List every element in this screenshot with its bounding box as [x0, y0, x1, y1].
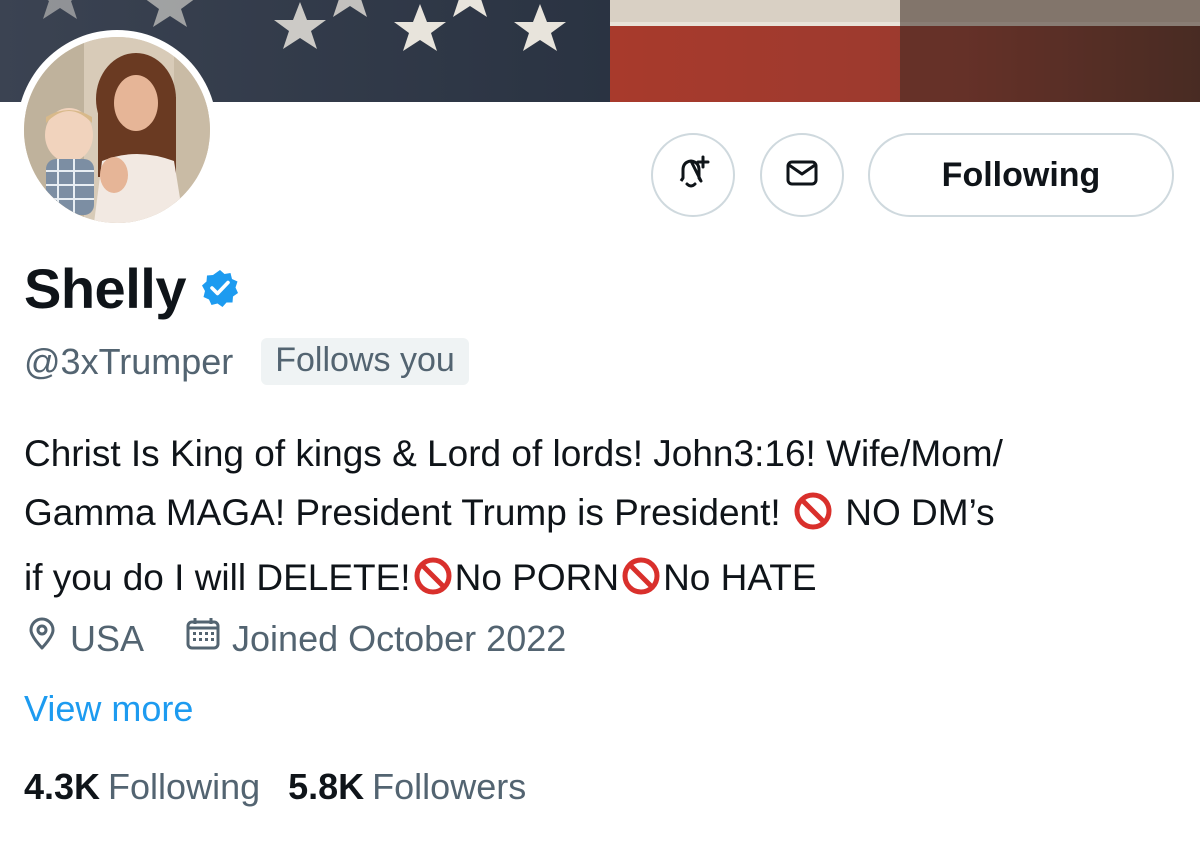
bio-text-3b: No PORN	[454, 557, 620, 598]
location-item: USA	[24, 616, 144, 661]
profile-name-row: Shelly	[24, 256, 240, 321]
profile-bio: Christ Is King of kings & Lord of lords!…	[24, 424, 1184, 613]
profile-photo-avatar-image	[24, 37, 210, 223]
joined-text: Joined October 2022	[232, 617, 567, 659]
following-stat[interactable]: 4.3K Following	[24, 766, 260, 808]
bio-text-2-tail: NO DM’s	[845, 492, 995, 533]
bio-text-3c: No HATE	[663, 557, 817, 598]
bio-text-3a: if you do I will DELETE!	[24, 557, 411, 598]
bio-line-1: Christ Is King of kings & Lord of lords!…	[24, 424, 1184, 483]
followers-stat[interactable]: 5.8K Followers	[288, 766, 526, 808]
following-count: 4.3K	[24, 766, 101, 807]
prohibited-sign-icon	[413, 554, 453, 613]
location-text: USA	[70, 617, 145, 659]
message-button[interactable]	[760, 133, 844, 217]
following-button[interactable]: Following	[868, 133, 1174, 217]
bio-line-2: Gamma MAGA! President Trump is President…	[24, 483, 1184, 548]
following-label: Following	[108, 766, 261, 807]
avatar[interactable]	[24, 37, 210, 223]
verified-badge-icon[interactable]	[200, 268, 240, 313]
bio-line-3: if you do I will DELETE! No PORN No HATE	[24, 548, 1184, 613]
view-more-link[interactable]: View more	[24, 688, 193, 730]
bio-text-1: Christ Is King of kings & Lord of lords!…	[24, 433, 1003, 474]
handle-row: @3xTrumper Follows you	[24, 338, 469, 385]
bell-plus-icon	[673, 153, 713, 198]
followers-count: 5.8K	[288, 766, 365, 807]
username-handle: @3xTrumper	[24, 340, 234, 382]
calendar-icon	[184, 616, 232, 661]
notifications-button[interactable]	[651, 133, 735, 217]
display-name: Shelly	[24, 257, 186, 320]
location-pin-icon	[24, 616, 70, 661]
bio-text-2: Gamma MAGA! President Trump is President…	[24, 492, 781, 533]
joined-item: Joined October 2022	[184, 616, 566, 661]
follow-stats: 4.3K Following 5.8K Followers	[24, 766, 526, 808]
prohibited-sign-icon	[621, 554, 661, 613]
profile-meta: USA Joined October 2022	[24, 616, 566, 661]
followers-label: Followers	[372, 766, 527, 807]
follows-you-badge: Follows you	[261, 338, 469, 385]
envelope-icon	[782, 153, 822, 198]
prohibited-sign-icon	[793, 489, 833, 548]
